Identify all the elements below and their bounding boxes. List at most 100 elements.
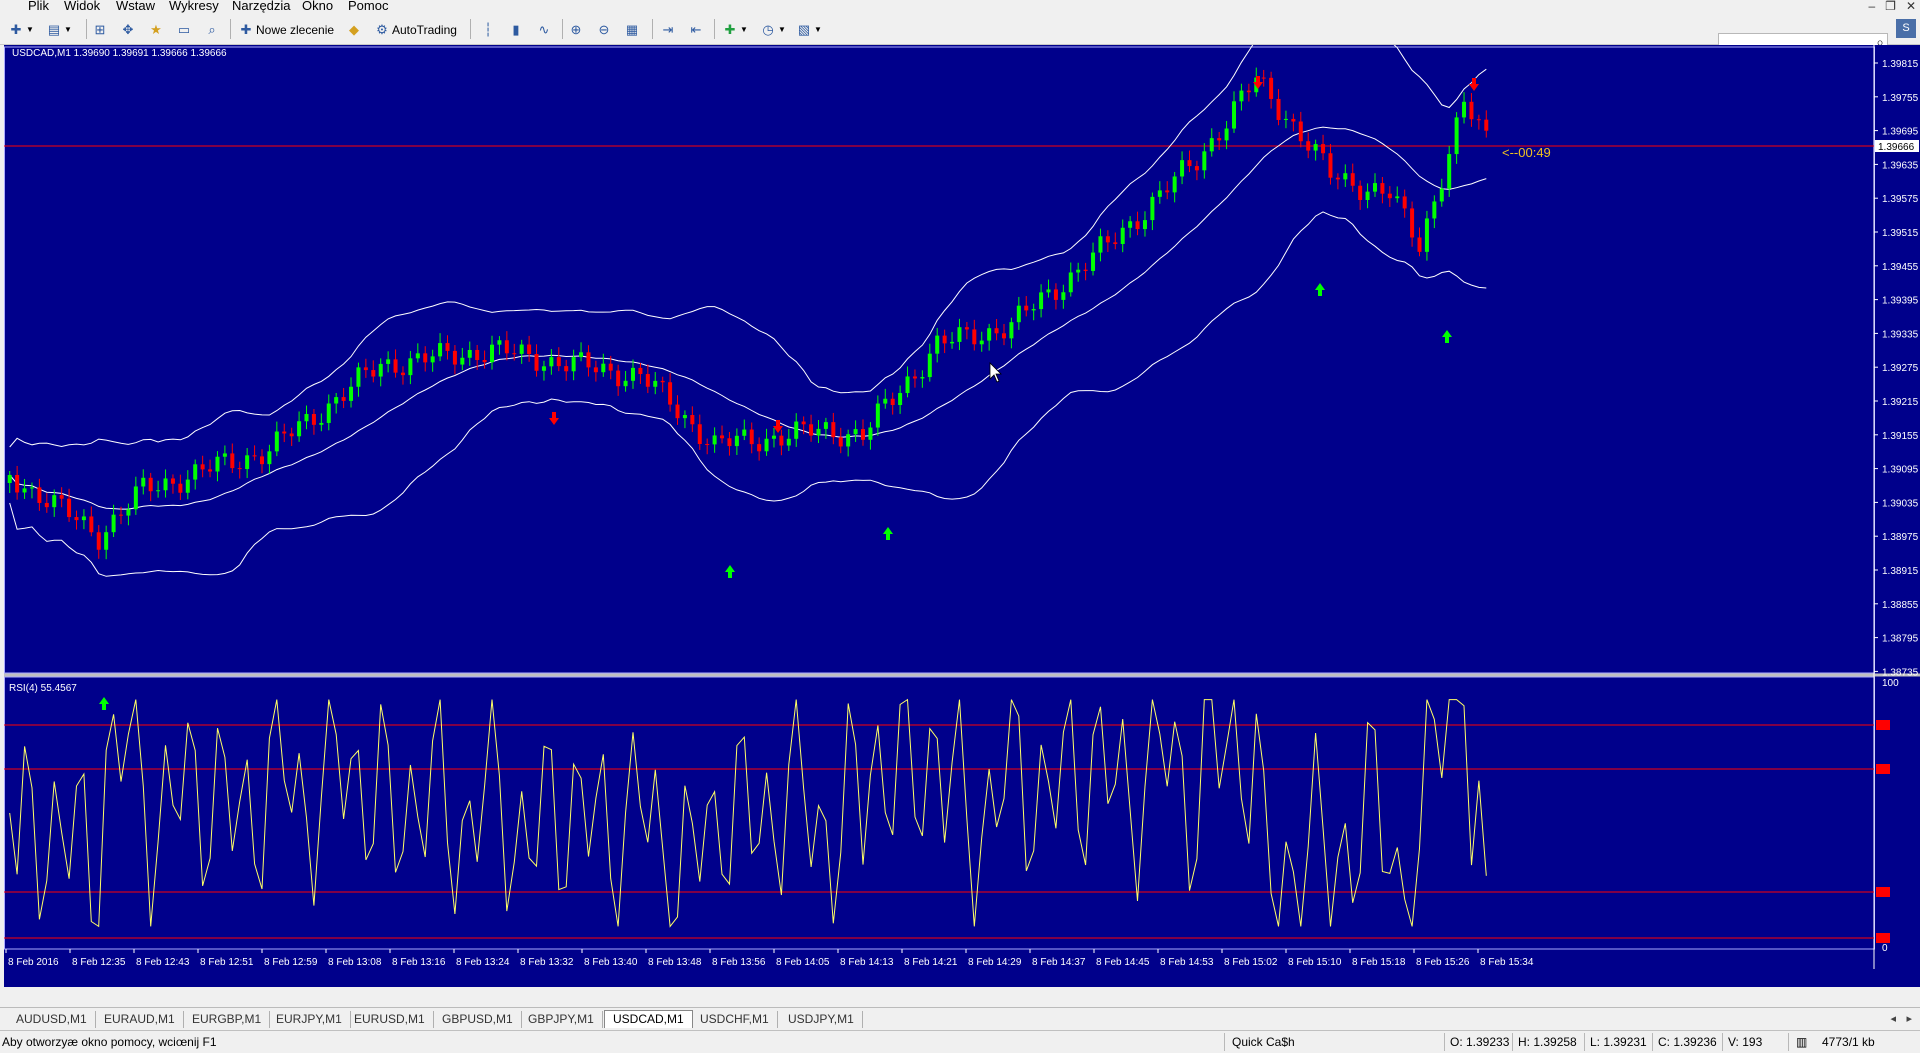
candle-body — [37, 487, 42, 503]
tab-usdcad[interactable]: USDCAD,M1 — [604, 1010, 693, 1028]
tile-windows-button[interactable]: ▦ — [624, 20, 642, 39]
auto-scroll-icon: ⇥ — [662, 21, 674, 37]
menu-narzedzia[interactable]: Narzędzia — [232, 0, 291, 14]
status-low: L: 1.39231 — [1590, 1035, 1647, 1049]
time-label: 8 Feb 12:59 — [264, 957, 318, 968]
tester-button[interactable]: ⌕ — [204, 20, 222, 39]
candle-body — [1454, 117, 1459, 155]
chart-shift-button[interactable]: ⇤ — [688, 20, 706, 39]
tab-gbpjpy[interactable]: GBPJPY,M1 — [520, 1011, 603, 1028]
tab-euraud[interactable]: EURAUD,M1 — [96, 1011, 184, 1028]
new-order-button[interactable]: ✚ Nowe zlecenie — [238, 20, 335, 39]
candle-body — [274, 431, 279, 452]
candle-body — [1313, 144, 1318, 151]
auto-scroll-button[interactable]: ⇥ — [660, 20, 678, 39]
candle-body — [52, 495, 57, 508]
menu-okno[interactable]: Okno — [302, 0, 333, 14]
minimize-icon[interactable]: – — [1868, 0, 1875, 14]
time-label: 8 Feb 13:16 — [392, 957, 446, 968]
candle-body — [1469, 101, 1474, 120]
candle-body — [44, 502, 49, 508]
menu-wstaw[interactable]: Wstaw — [116, 0, 155, 14]
bar-chart-icon: ┆ — [484, 21, 492, 37]
candle-body — [764, 438, 769, 452]
bar-countdown: <--00:49 — [1502, 145, 1551, 160]
tab-usdchf[interactable]: USDCHF,M1 — [692, 1011, 778, 1028]
candle-body — [1113, 242, 1118, 244]
autotrading-button[interactable]: ⚙ AutoTrading — [374, 20, 457, 39]
menu-pomoc[interactable]: Pomoc — [348, 0, 388, 14]
periods-button[interactable]: ◷ ▼ — [760, 20, 786, 39]
tab-next-icon[interactable]: ▸ — [1906, 1012, 1912, 1025]
candle-body — [1276, 98, 1281, 120]
navigator-button[interactable]: ★ — [148, 20, 166, 39]
price-label: 1.38735 — [1882, 667, 1919, 678]
candle-body — [1076, 269, 1081, 273]
candle-body — [972, 329, 977, 345]
candle-body — [831, 422, 836, 438]
signals-button[interactable]: S — [1896, 19, 1916, 38]
time-label: 8 Feb 15:26 — [1416, 957, 1470, 968]
indicators-button[interactable]: ✚ ▼ — [722, 20, 748, 39]
profiles-button[interactable]: ▤ ▼ — [46, 20, 72, 39]
candlestick-button[interactable]: ▮ — [508, 20, 526, 39]
menu-wykresy[interactable]: Wykresy — [169, 0, 219, 14]
candle-body — [979, 340, 984, 345]
candle-body — [408, 358, 413, 376]
tab-gbpusd[interactable]: GBPUSD,M1 — [434, 1011, 522, 1028]
candle-body — [378, 363, 383, 377]
line-chart-button[interactable]: ∿ — [536, 20, 554, 39]
chart-window[interactable]: 1.39815 1.39755 1.39695 1.39635 1.39575 1.395… — [4, 45, 1920, 987]
candle-body — [289, 433, 294, 437]
data-window-button[interactable]: ✥ — [120, 20, 138, 39]
zoom-in-button[interactable]: ⊕ — [568, 20, 586, 39]
candle-body — [1335, 177, 1340, 180]
price-label: 1.39695 — [1882, 127, 1919, 138]
candle-body — [690, 415, 695, 425]
candle-body — [809, 424, 814, 436]
candle-body — [156, 490, 161, 492]
candle-body — [1105, 236, 1110, 243]
tab-eurjpy[interactable]: EURJPY,M1 — [268, 1011, 351, 1028]
candle-body — [519, 344, 524, 354]
menu-plik[interactable]: Plik — [28, 0, 49, 14]
candle-body — [1135, 221, 1140, 230]
candle-body — [586, 352, 591, 368]
time-label: 8 Feb 13:40 — [584, 957, 638, 968]
tab-eurusd[interactable]: EURUSD,M1 — [346, 1011, 434, 1028]
status-close: C: 1.39236 — [1658, 1035, 1717, 1049]
tab-usdjpy[interactable]: USDJPY,M1 — [780, 1011, 863, 1028]
candle-body — [905, 376, 910, 394]
restore-icon[interactable]: ❐ — [1885, 0, 1896, 14]
candle-body — [794, 421, 799, 439]
new-chart-button[interactable]: ✚ ▼ — [8, 20, 34, 39]
candle-body — [245, 455, 250, 470]
templates-button[interactable]: ▧ ▼ — [796, 20, 822, 39]
zoom-out-button[interactable]: ⊖ — [596, 20, 614, 39]
tab-eurgbp[interactable]: EURGBP,M1 — [184, 1011, 271, 1028]
market-watch-button[interactable]: ⊞ — [92, 20, 110, 39]
price-chart[interactable]: 1.39815 1.39755 1.39695 1.39635 1.39575 1.395… — [4, 45, 1920, 987]
candle-body — [1462, 101, 1467, 118]
candle-body — [1447, 154, 1452, 189]
rsi-level-label: 10 — [1877, 934, 1886, 943]
candle-body — [1261, 77, 1266, 79]
candle-body — [712, 435, 717, 445]
price-label: 1.39215 — [1882, 397, 1919, 408]
candle-body — [1209, 138, 1214, 152]
crosshair-icon: ✥ — [122, 21, 134, 37]
candle-body — [1001, 333, 1006, 339]
rsi-scale-bottom: 0 — [1882, 943, 1888, 954]
tab-audusd[interactable]: AUDUSD,M1 — [8, 1011, 96, 1028]
tab-prev-icon[interactable]: ◂ — [1890, 1012, 1896, 1025]
candle-body — [720, 435, 725, 439]
candle-body — [957, 327, 962, 342]
close-icon[interactable]: ✕ — [1906, 0, 1916, 14]
tester-icon: ⌕ — [208, 21, 216, 37]
terminal-button[interactable]: ▭ — [176, 20, 194, 39]
bar-chart-button[interactable]: ┆ — [480, 20, 498, 39]
metaeditor-icon: ◆ — [349, 21, 359, 37]
menu-widok[interactable]: Widok — [64, 0, 100, 14]
candle-body — [1202, 151, 1207, 171]
metaeditor-button[interactable]: ◆ — [346, 20, 364, 39]
